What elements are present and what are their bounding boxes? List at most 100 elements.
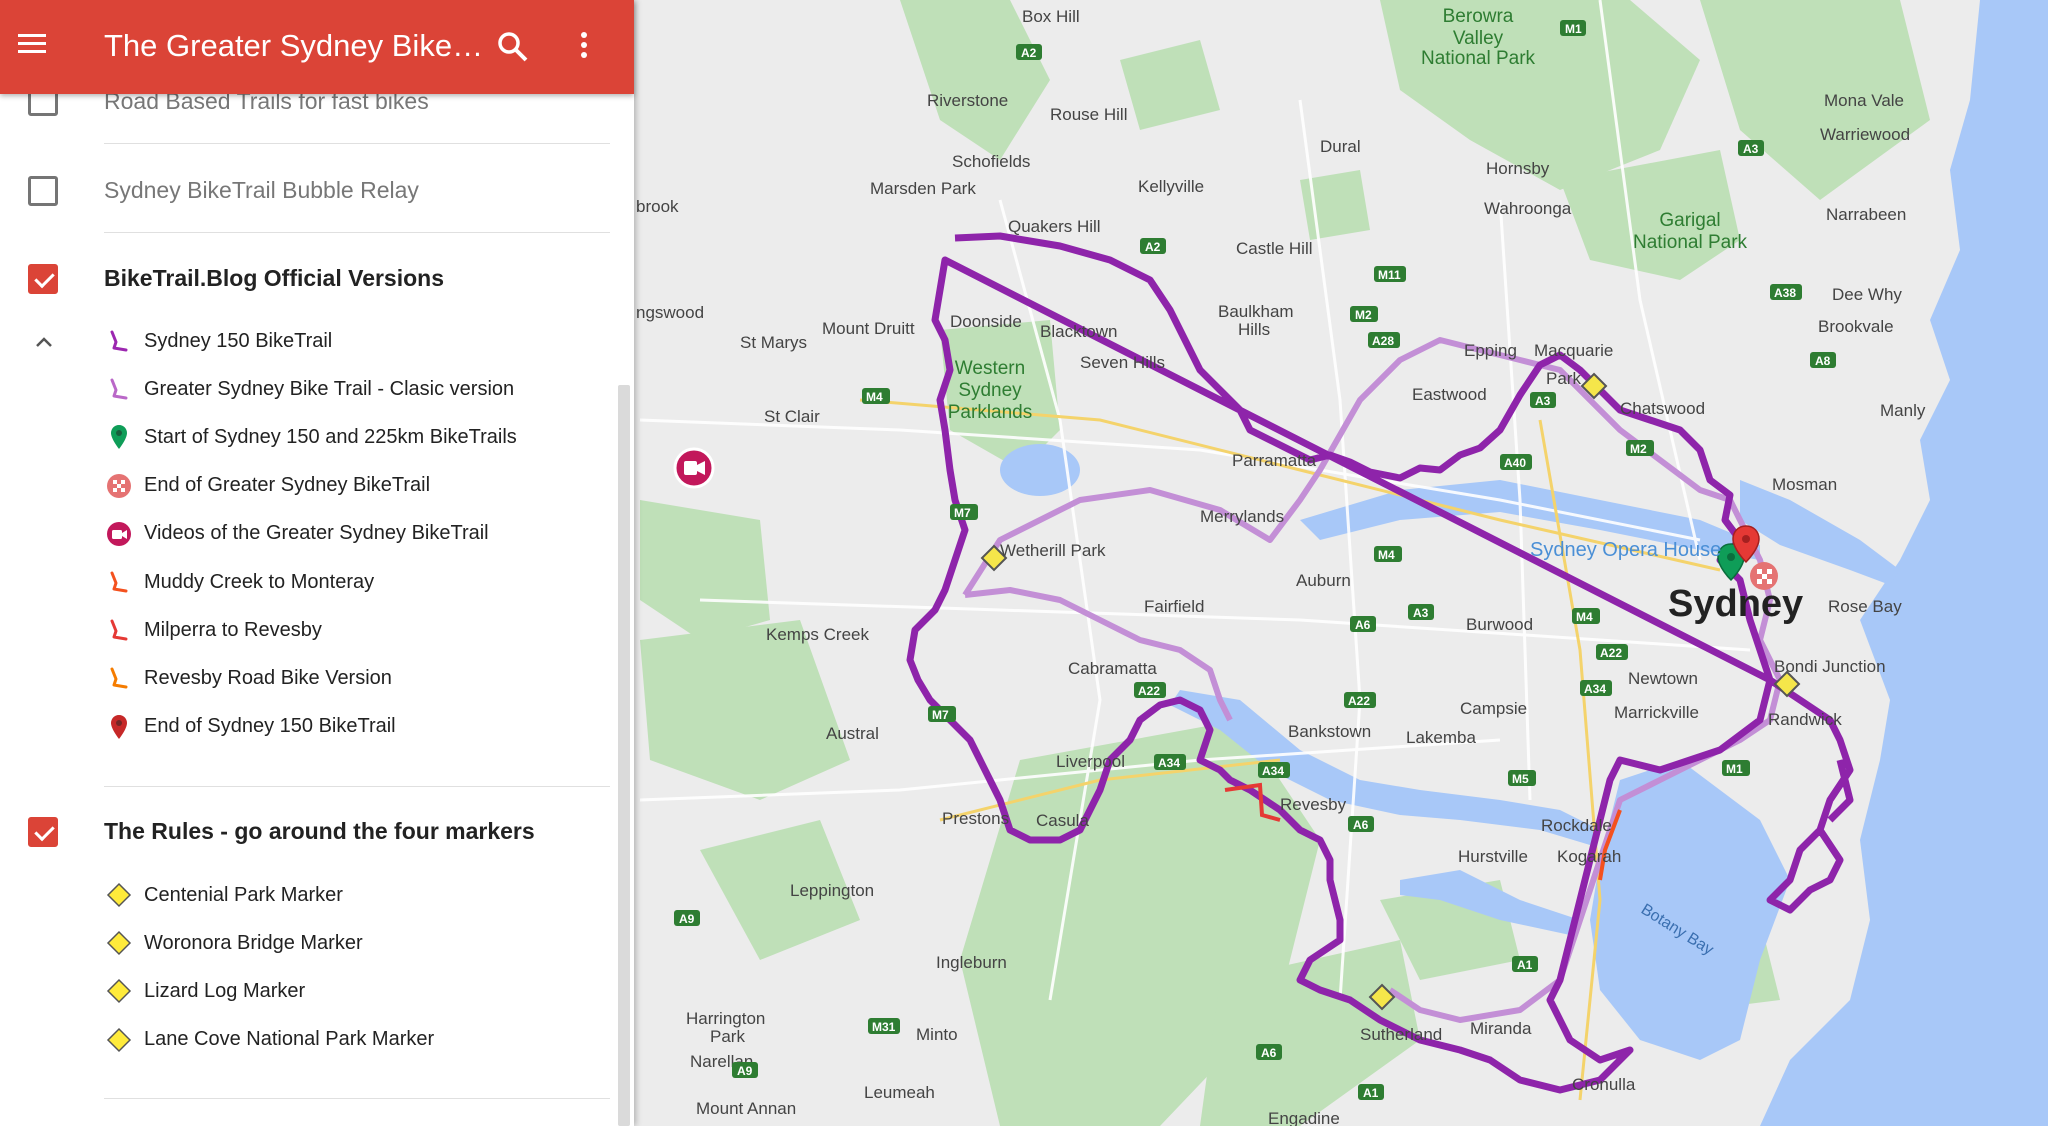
layer-item[interactable]: End of Greater Sydney BikeTrail — [104, 470, 430, 502]
app-header: The Greater Sydney BikeTr... — [0, 0, 634, 94]
svg-text:Sydney: Sydney — [958, 380, 1022, 401]
svg-text:Blacktown: Blacktown — [1040, 322, 1117, 341]
layer-item[interactable]: Centenial Park Marker — [104, 879, 343, 911]
layer-item-label: Lizard Log Marker — [144, 979, 306, 1002]
layer-item[interactable]: Greater Sydney Bike Trail - Clasic versi… — [104, 373, 514, 405]
layer-item[interactable]: Woronora Bridge Marker — [104, 927, 363, 959]
svg-text:Parklands: Parklands — [948, 402, 1033, 423]
green-pin-icon — [104, 422, 134, 452]
layer-item[interactable]: Revesby Road Bike Version — [104, 662, 392, 694]
svg-text:M7: M7 — [954, 506, 971, 520]
svg-text:Cabramatta: Cabramatta — [1068, 659, 1157, 678]
layer-checkbox-official[interactable] — [28, 264, 58, 294]
svg-text:M2: M2 — [1630, 442, 1647, 456]
layers-panel: Road Based Trails for fast bikes Sydney … — [0, 0, 634, 1126]
svg-text:Engadine: Engadine — [1268, 1109, 1340, 1126]
layer-item[interactable]: Lizard Log Marker — [104, 975, 305, 1007]
svg-text:Bondi Junction: Bondi Junction — [1774, 657, 1886, 676]
svg-text:Marrickville: Marrickville — [1614, 703, 1699, 722]
more-vert-icon[interactable] — [574, 32, 594, 66]
svg-text:A8: A8 — [1815, 354, 1831, 368]
svg-text:M31: M31 — [872, 1020, 896, 1034]
svg-text:A22: A22 — [1600, 646, 1622, 660]
yellow-diamond-icon — [104, 880, 134, 910]
svg-text:A38: A38 — [1774, 286, 1796, 300]
yellow-diamond-icon — [104, 976, 134, 1006]
svg-text:A6: A6 — [1261, 1046, 1277, 1060]
svg-text:M5: M5 — [1512, 772, 1529, 786]
chevron-up-icon[interactable] — [34, 332, 54, 352]
svg-text:Quakers Hill: Quakers Hill — [1008, 217, 1101, 236]
layer-item-label: Greater Sydney Bike Trail - Clasic versi… — [144, 377, 515, 400]
divider — [104, 143, 610, 144]
svg-text:Prestons: Prestons — [942, 809, 1009, 828]
sidebar-scrollbar[interactable] — [618, 385, 630, 1126]
route-line-icon — [104, 663, 134, 693]
svg-text:A34: A34 — [1262, 764, 1284, 778]
svg-text:Bankstown: Bankstown — [1288, 722, 1371, 741]
svg-text:Castle Hill: Castle Hill — [1236, 239, 1313, 258]
svg-text:Liverpool: Liverpool — [1056, 752, 1125, 771]
svg-text:Valley: Valley — [1453, 28, 1504, 49]
layer-item-label: Woronora Bridge Marker — [144, 931, 363, 954]
svg-text:M4: M4 — [866, 390, 883, 404]
svg-text:Ingleburn: Ingleburn — [936, 953, 1007, 972]
svg-text:A40: A40 — [1504, 456, 1526, 470]
layer-item[interactable]: Muddy Creek to Monteray — [104, 566, 374, 598]
layer-title-rules[interactable]: The Rules - go around the four markers — [104, 818, 535, 845]
svg-text:Kellyville: Kellyville — [1138, 177, 1204, 196]
svg-text:ngswood: ngswood — [636, 303, 704, 322]
svg-text:M1: M1 — [1565, 22, 1582, 36]
layer-item-label: Start of Sydney 150 and 225km BikeTrails — [144, 425, 517, 448]
svg-text:Mona Vale: Mona Vale — [1824, 91, 1904, 110]
svg-text:Lakemba: Lakemba — [1406, 728, 1476, 747]
svg-text:Rockdale: Rockdale — [1541, 816, 1612, 835]
layer-checkbox-bubble-relay[interactable] — [28, 176, 58, 206]
svg-text:A34: A34 — [1584, 682, 1606, 696]
svg-text:Narrabeen: Narrabeen — [1826, 205, 1906, 224]
svg-text:M2: M2 — [1355, 308, 1372, 322]
svg-text:M4: M4 — [1378, 548, 1395, 562]
layer-item[interactable]: Milperra to Revesby — [104, 614, 322, 646]
svg-text:Kemps Creek: Kemps Creek — [766, 625, 869, 644]
svg-text:Warriewood: Warriewood — [1820, 125, 1910, 144]
svg-text:National Park: National Park — [1633, 232, 1748, 253]
hamburger-menu-icon[interactable] — [18, 29, 48, 59]
route-line-icon — [104, 615, 134, 645]
checkered-flag-icon — [104, 471, 134, 501]
svg-text:Miranda: Miranda — [1470, 1019, 1532, 1038]
svg-text:Sutherland: Sutherland — [1360, 1025, 1442, 1044]
svg-text:Baulkham: Baulkham — [1218, 302, 1294, 321]
svg-text:Rose Bay: Rose Bay — [1828, 597, 1902, 616]
route-line-icon — [104, 326, 134, 356]
route-line-icon — [104, 374, 134, 404]
svg-text:Mount Druitt: Mount Druitt — [822, 319, 915, 338]
svg-text:Brookvale: Brookvale — [1818, 317, 1894, 336]
layer-item-label: Milperra to Revesby — [144, 618, 322, 641]
layer-title-official[interactable]: BikeTrail.Blog Official Versions — [104, 265, 444, 292]
layer-item[interactable]: Videos of the Greater Sydney BikeTrail — [104, 518, 489, 550]
svg-text:Hills: Hills — [1238, 320, 1270, 339]
layer-item[interactable]: End of Sydney 150 BikeTrail — [104, 711, 396, 743]
svg-text:Park: Park — [710, 1027, 745, 1046]
svg-text:M1: M1 — [1726, 762, 1743, 776]
svg-text:Wahroonga: Wahroonga — [1484, 199, 1572, 218]
layer-title-bubble-relay[interactable]: Sydney BikeTrail Bubble Relay — [104, 177, 419, 204]
layer-checkbox-rules[interactable] — [28, 817, 58, 847]
svg-text:A3: A3 — [1743, 142, 1759, 156]
svg-text:A28: A28 — [1372, 334, 1394, 348]
layer-item[interactable]: Start of Sydney 150 and 225km BikeTrails — [104, 421, 517, 453]
layer-item[interactable]: Sydney 150 BikeTrail — [104, 325, 332, 357]
svg-text:Auburn: Auburn — [1296, 571, 1351, 590]
svg-text:Berowra: Berowra — [1443, 6, 1514, 27]
svg-text:Kogarah: Kogarah — [1557, 847, 1621, 866]
svg-text:Park: Park — [1546, 369, 1581, 388]
svg-text:A9: A9 — [737, 1064, 753, 1078]
svg-text:Epping: Epping — [1464, 341, 1517, 360]
svg-text:A2: A2 — [1145, 240, 1161, 254]
layer-item[interactable]: Lane Cove National Park Marker — [104, 1024, 434, 1056]
search-icon[interactable] — [496, 30, 530, 64]
svg-text:Randwick: Randwick — [1768, 710, 1842, 729]
layer-item-label: End of Sydney 150 BikeTrail — [144, 715, 396, 738]
svg-text:Austral: Austral — [826, 724, 879, 743]
